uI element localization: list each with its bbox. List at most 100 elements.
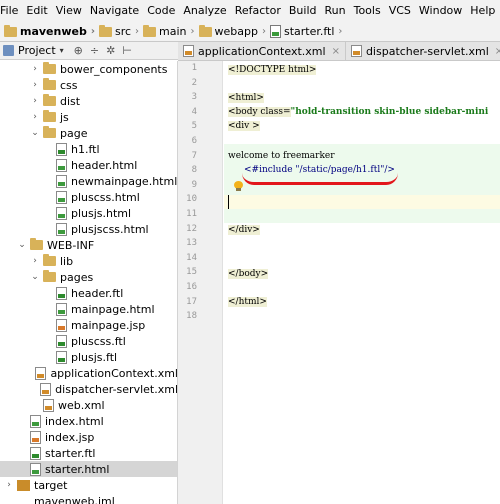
tree-item[interactable]: mainpage.jsp <box>0 317 177 333</box>
chevron-right-icon[interactable]: › <box>30 112 40 122</box>
line-number: 6 <box>191 136 197 146</box>
text-caret <box>228 195 229 209</box>
gear-icon[interactable]: ✲ <box>106 44 115 57</box>
code-line-doctype: <!DOCTYPE html> <box>228 63 317 77</box>
tree-item[interactable]: dispatcher-servlet.xml <box>0 381 178 397</box>
tree-item[interactable]: header.html <box>0 157 177 173</box>
tree-item[interactable]: h1.ftl <box>0 141 177 157</box>
tree-item[interactable]: › lib <box>0 253 177 269</box>
tree-item[interactable]: plusjscss.html <box>0 221 177 237</box>
project-panel-title[interactable]: Project <box>18 44 56 57</box>
tree-item-label: dispatcher-servlet.xml <box>55 382 178 396</box>
tree-item[interactable]: mavenweb.iml <box>0 493 177 504</box>
tree-item-label: newmainpage.html <box>71 174 178 188</box>
tree-item[interactable]: › target <box>0 477 177 493</box>
chevron-down-icon[interactable]: ⌄ <box>17 240 27 250</box>
ftl-icon <box>56 142 67 156</box>
chevron-down-icon[interactable]: ⌄ <box>30 272 40 282</box>
menu-code[interactable]: Code <box>143 0 179 22</box>
body-close-tag: </body> <box>228 269 269 279</box>
code-line-div-open: <div > <box>228 119 260 133</box>
collapse-icon[interactable]: ÷ <box>90 44 99 57</box>
lightbulb-icon[interactable] <box>234 181 243 192</box>
menu-tools[interactable]: Tools <box>350 0 385 22</box>
tree-item[interactable]: plusjs.ftl <box>0 349 177 365</box>
menu-refactor[interactable]: Refactor <box>231 0 285 22</box>
tree-item[interactable]: applicationContext.xml <box>0 365 178 381</box>
breadcrumb-main[interactable]: main › <box>139 24 195 38</box>
tree-item-label: pluscss.html <box>71 190 140 204</box>
chevron-right-icon[interactable]: › <box>30 256 40 266</box>
hide-panel-icon[interactable]: ⊢ <box>122 44 132 57</box>
project-icon <box>3 45 14 56</box>
tree-item[interactable]: ⌄ page <box>0 125 177 141</box>
code-line-body-open: <body class="hold-transition skin-blue s… <box>228 105 488 119</box>
line-number: 8 <box>191 165 197 176</box>
chevron-right-icon[interactable]: › <box>30 80 40 90</box>
tree-item[interactable]: newmainpage.html <box>0 173 178 189</box>
menu-window[interactable]: Window <box>415 0 466 22</box>
tree-item[interactable]: › css <box>0 77 177 93</box>
chevron-right-icon[interactable]: › <box>30 64 40 74</box>
breadcrumb-src-label: src <box>114 25 132 38</box>
html-icon <box>30 462 41 476</box>
tree-item-label: plusjs.html <box>71 206 132 220</box>
tree-item[interactable]: web.xml <box>0 397 177 413</box>
tree-item[interactable]: mainpage.html <box>0 301 177 317</box>
welcome-text: welcome to freemarker <box>228 151 335 161</box>
menu-file[interactable]: File <box>0 0 22 22</box>
tree-item-label: plusjs.ftl <box>71 350 118 364</box>
tree-item[interactable]: ⌄ WEB-INF <box>0 237 177 253</box>
breadcrumb-project[interactable]: mavenweb › <box>0 24 95 38</box>
tree-item[interactable]: ⌄ pages <box>0 269 177 285</box>
tree-item[interactable]: › dist <box>0 93 177 109</box>
tree-item[interactable]: › js <box>0 109 177 125</box>
tree-item[interactable]: header.ftl <box>0 285 177 301</box>
close-icon[interactable]: × <box>495 46 500 57</box>
tab-dispatcher-servlet-xml[interactable]: dispatcher-servlet.xml × <box>345 42 500 60</box>
tree-item-label: lib <box>60 254 74 268</box>
code-line-html-open: <html> <box>228 91 264 105</box>
breadcrumb-file[interactable]: starter.ftl › <box>266 25 342 38</box>
tree-item[interactable]: index.jsp <box>0 429 177 445</box>
folder-icon <box>98 24 112 37</box>
tree-item[interactable]: pluscss.ftl <box>0 333 177 349</box>
tree-item[interactable]: index.html <box>0 413 177 429</box>
menu-build[interactable]: Build <box>285 0 321 22</box>
menu-navigate[interactable]: Navigate <box>86 0 143 22</box>
menu-analyze[interactable]: Analyze <box>179 0 230 22</box>
tree-item[interactable]: › bower_components <box>0 61 177 77</box>
folder-icon <box>43 62 56 74</box>
xml-icon <box>40 382 52 396</box>
menu-help[interactable]: Help <box>466 0 499 22</box>
project-panel-header: Project ▾ ⊕ ÷ ✲ ⊢ <box>0 42 178 60</box>
menu-view[interactable]: View <box>52 0 86 22</box>
sync-icon[interactable]: ⊕ <box>74 44 83 57</box>
tree-item[interactable]: pluscss.html <box>0 189 177 205</box>
tree-item[interactable]: starter.ftl <box>0 445 177 461</box>
chevron-right-icon: › <box>338 26 343 37</box>
tree-item-label: applicationContext.xml <box>50 366 178 380</box>
tree-item-label: mainpage.jsp <box>71 318 146 332</box>
menu-run[interactable]: Run <box>321 0 350 22</box>
tree-item[interactable]: plusjs.html <box>0 205 177 221</box>
project-tree: › bower_components › css › dist › js ⌄ page h1.ftl… <box>0 61 178 504</box>
tab-label: applicationContext.xml <box>198 44 326 58</box>
menu-vcs[interactable]: VCS <box>385 0 415 22</box>
html-icon <box>56 190 67 204</box>
tree-item[interactable]: starter.html <box>0 461 177 477</box>
chevron-down-icon[interactable]: ⌄ <box>30 128 40 138</box>
breadcrumb-src[interactable]: src › <box>95 24 139 38</box>
code-editor[interactable]: <!DOCTYPE html> <html> <body class="hold… <box>224 61 500 504</box>
ftl-icon <box>56 350 67 364</box>
tab-applicationcontext-xml[interactable]: applicationContext.xml × <box>178 42 346 60</box>
dropdown-arrow-icon[interactable]: ▾ <box>60 46 64 55</box>
line-number: 18 <box>186 311 197 322</box>
html-open-tag: <html> <box>228 93 264 103</box>
chevron-right-icon[interactable]: › <box>4 480 14 490</box>
breadcrumb-webapp[interactable]: webapp › <box>195 24 266 38</box>
chevron-right-icon[interactable]: › <box>30 96 40 106</box>
close-icon[interactable]: × <box>332 46 340 57</box>
html-icon <box>56 222 67 236</box>
menu-edit[interactable]: Edit <box>22 0 51 22</box>
